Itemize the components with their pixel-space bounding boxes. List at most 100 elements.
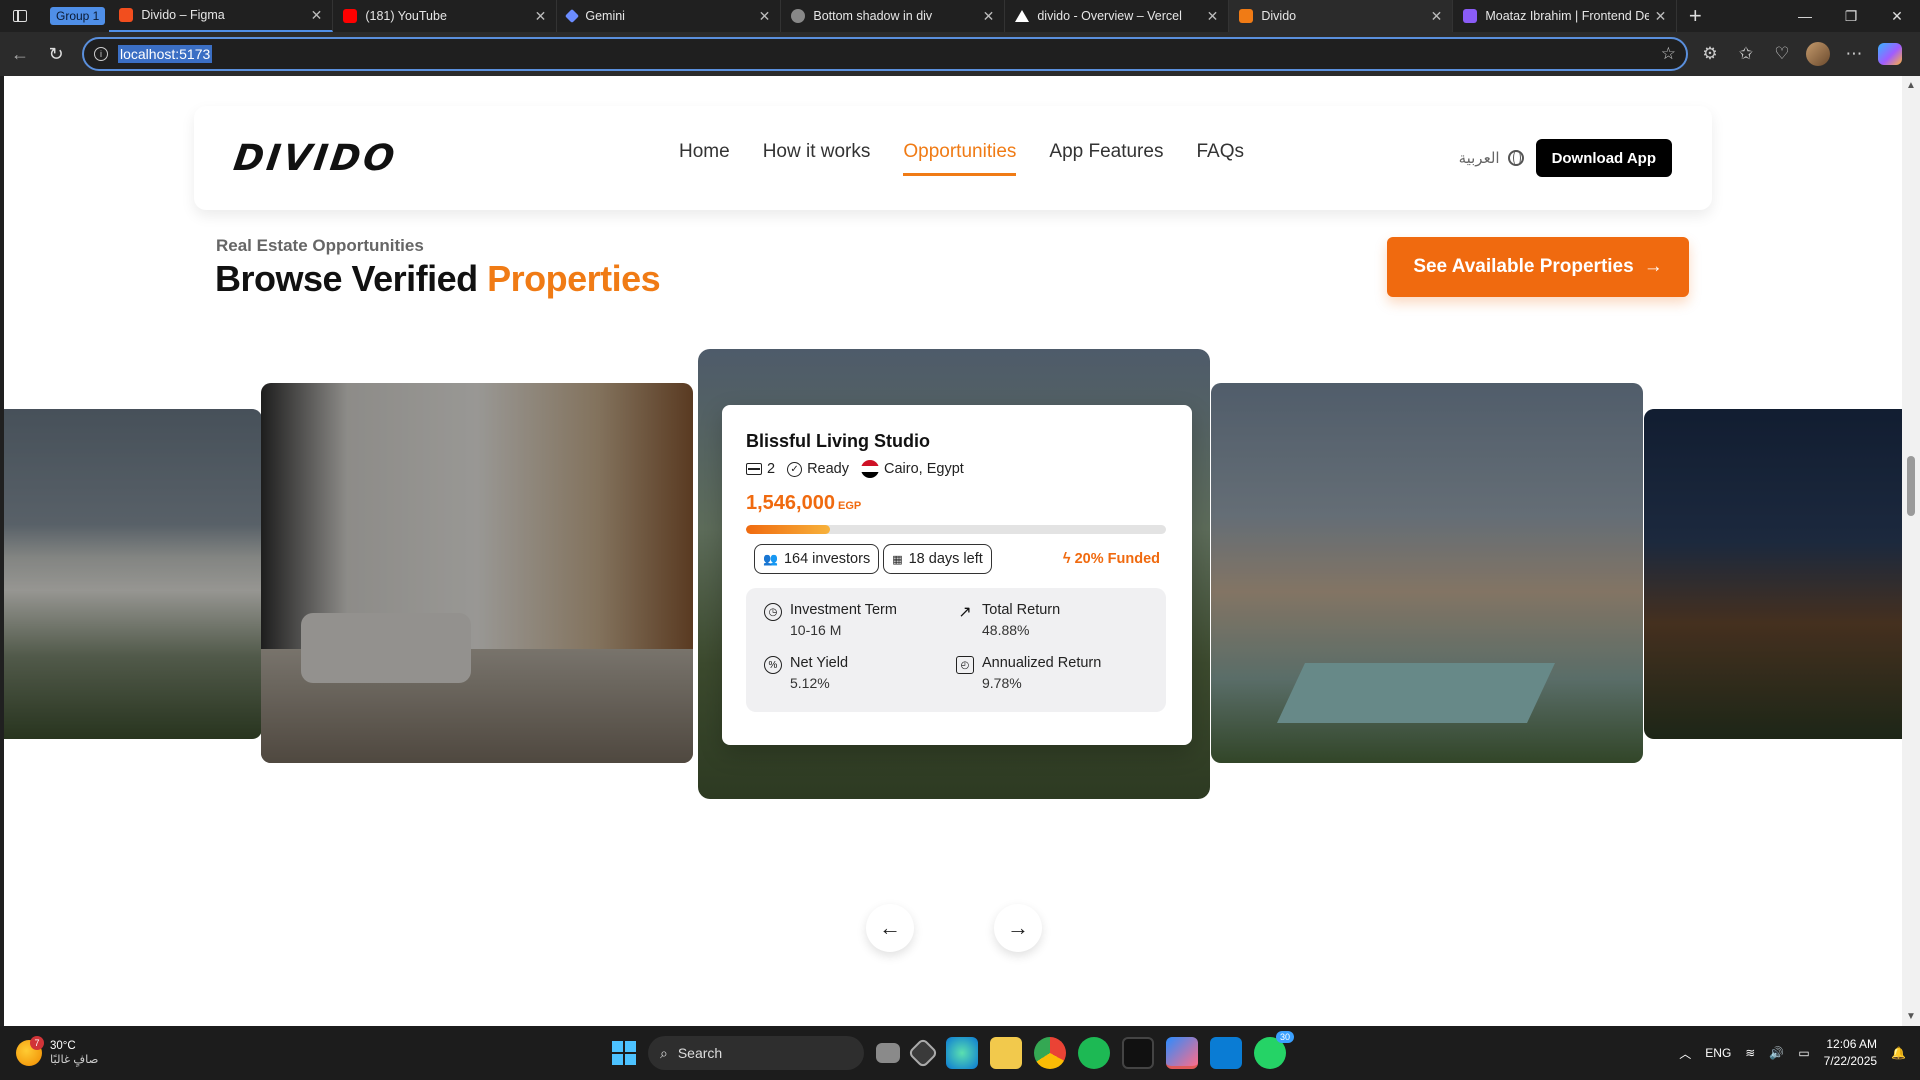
unity-icon[interactable] (907, 1037, 939, 1069)
window-controls: — ❐ ✕ (1782, 0, 1920, 32)
scroll-up-icon[interactable]: ▲ (1906, 80, 1916, 91)
slide-overlay (1644, 409, 1902, 739)
site-info-icon[interactable]: i (94, 47, 108, 61)
close-tab-icon[interactable]: ✕ (1207, 8, 1219, 25)
bedrooms: 2 (746, 461, 775, 477)
volume-icon[interactable]: 🔊 (1769, 1046, 1784, 1060)
vercel-icon (1015, 10, 1030, 22)
new-tab-button[interactable]: + (1677, 3, 1713, 29)
arrow-left-icon: ← (879, 915, 901, 940)
carousel-next-button[interactable]: → (994, 904, 1042, 952)
tab-strip: Group 1 Divido – Figma ✕ (181) YouTube ✕… (0, 0, 1920, 32)
scrollbar-thumb[interactable] (1907, 456, 1915, 516)
weather-badge: 7 (30, 1036, 44, 1050)
browser-tab[interactable]: Bottom shadow in div ✕ (781, 0, 1006, 32)
carousel-slide[interactable] (1211, 383, 1643, 763)
file-explorer-icon[interactable] (990, 1037, 1022, 1069)
main-nav: Home How it works Opportunities App Feat… (679, 141, 1244, 176)
favorites-icon[interactable]: ✩ (1734, 44, 1758, 64)
stat-label: Investment Term (790, 602, 897, 618)
language-switch[interactable]: العربية (1459, 149, 1524, 167)
paint-icon[interactable] (1166, 1037, 1198, 1069)
close-tab-icon[interactable]: ✕ (1431, 8, 1443, 25)
carousel-prev-button[interactable]: ← (866, 904, 914, 952)
stat-value: 9.78% (982, 675, 1022, 691)
chrome-icon[interactable] (1034, 1037, 1066, 1069)
tab-actions-button[interactable] (0, 0, 40, 32)
browser-tab[interactable]: Gemini ✕ (557, 0, 782, 32)
globe-icon (791, 9, 806, 23)
download-app-button[interactable]: Download App (1535, 139, 1672, 177)
system-tray: ︿ ENG ≋ 🔊 ▭ 12:06 AM 7/22/2025 🔔 (1679, 1026, 1906, 1080)
site-header: DIVIDO Home How it works Opportunities A… (194, 106, 1712, 210)
egypt-flag-icon (861, 460, 879, 478)
browser-tab[interactable]: divido - Overview – Vercel ✕ (1005, 0, 1230, 32)
url-field[interactable]: i localhost:5173 ☆ (82, 37, 1688, 71)
arrow-right-icon: → (1007, 915, 1029, 940)
weather-widget[interactable]: 7 30°C صافٍ غالبًا (16, 1036, 98, 1066)
nav-faqs[interactable]: FAQs (1196, 141, 1244, 176)
browser-tab-active[interactable]: Divido ✕ (1229, 0, 1454, 32)
carousel-slide[interactable] (1644, 409, 1902, 739)
users-icon: 👥 (763, 552, 778, 566)
wifi-icon[interactable]: ≋ (1745, 1046, 1755, 1060)
language-indicator[interactable]: ENG (1705, 1046, 1731, 1060)
carousel-slide[interactable] (261, 383, 693, 763)
back-icon[interactable]: ← (2, 36, 38, 72)
browser-tab[interactable]: (181) YouTube ✕ (333, 0, 558, 32)
stat-net-yield: % Net Yield 5.12% (764, 655, 956, 698)
property-card[interactable]: Blissful Living Studio 2 ✓ Ready Cairo, … (722, 405, 1192, 745)
minimize-icon[interactable]: — (1782, 0, 1828, 32)
stat-label: Annualized Return (982, 655, 1102, 671)
browser-essentials-icon[interactable]: ♡ (1770, 44, 1794, 64)
vscode-icon[interactable] (1210, 1037, 1242, 1069)
chevron-up-icon[interactable]: ︿ (1679, 1045, 1691, 1062)
extensions-icon[interactable]: ⚙ (1698, 44, 1722, 64)
divido-logo[interactable]: DIVIDO (231, 138, 437, 179)
close-tab-icon[interactable]: ✕ (983, 8, 995, 25)
browser-tab[interactable]: Divido – Figma ✕ (109, 0, 334, 32)
nav-app-features[interactable]: App Features (1049, 141, 1163, 176)
tab-group-chip[interactable]: Group 1 (50, 7, 106, 25)
nav-home[interactable]: Home (679, 141, 730, 176)
cta-label: See Available Properties (1413, 256, 1634, 277)
notification-icon[interactable]: 🔔 (1891, 1046, 1906, 1060)
browser-tab[interactable]: Moataz Ibrahim | Frontend Dev ✕ (1453, 0, 1678, 32)
heading-accent: Properties (487, 258, 661, 299)
more-menu-icon[interactable]: ⋯ (1842, 44, 1866, 64)
search-icon: ⌕ (660, 1044, 668, 1061)
taskbar-search[interactable]: ⌕ Search (648, 1036, 864, 1070)
url-text[interactable]: localhost:5173 (118, 45, 213, 63)
restore-icon[interactable]: ❐ (1828, 0, 1874, 32)
page-scrollbar[interactable]: ▲ ▼ (1902, 76, 1920, 1026)
close-window-icon[interactable]: ✕ (1874, 0, 1920, 32)
close-tab-icon[interactable]: ✕ (535, 8, 547, 25)
carousel-slide[interactable] (4, 409, 262, 739)
clock[interactable]: 12:06 AM 7/22/2025 (1824, 1036, 1877, 1070)
task-view-icon[interactable] (876, 1043, 900, 1063)
scroll-down-icon[interactable]: ▼ (1906, 1011, 1916, 1022)
notion-icon[interactable] (1122, 1037, 1154, 1069)
close-tab-icon[interactable]: ✕ (759, 8, 771, 25)
spotify-icon[interactable] (1078, 1037, 1110, 1069)
section-heading: Browse Verified Properties (215, 258, 661, 300)
refresh-icon[interactable]: ↻ (38, 36, 74, 72)
figma-icon (119, 8, 134, 22)
edge-icon[interactable] (946, 1037, 978, 1069)
copilot-icon[interactable] (1878, 43, 1902, 65)
whatsapp-icon[interactable]: 30 (1254, 1031, 1294, 1069)
close-tab-icon[interactable]: ✕ (311, 7, 323, 24)
start-button[interactable] (612, 1041, 636, 1065)
arrow-right-icon: → (1643, 256, 1663, 277)
nav-opportunities[interactable]: Opportunities (903, 141, 1017, 176)
close-tab-icon[interactable]: ✕ (1655, 8, 1667, 25)
favorite-star-icon[interactable]: ☆ (1661, 44, 1676, 64)
calendar-clock-icon: ◴ (956, 656, 974, 674)
battery-icon[interactable]: ▭ (1798, 1046, 1809, 1060)
nav-how-it-works[interactable]: How it works (763, 141, 871, 176)
bedrooms-count: 2 (767, 461, 776, 477)
profile-avatar[interactable] (1806, 42, 1830, 66)
funded-label: 20% Funded (1074, 551, 1160, 567)
see-available-properties-button[interactable]: See Available Properties → (1387, 237, 1689, 297)
search-label: Search (677, 1045, 723, 1061)
